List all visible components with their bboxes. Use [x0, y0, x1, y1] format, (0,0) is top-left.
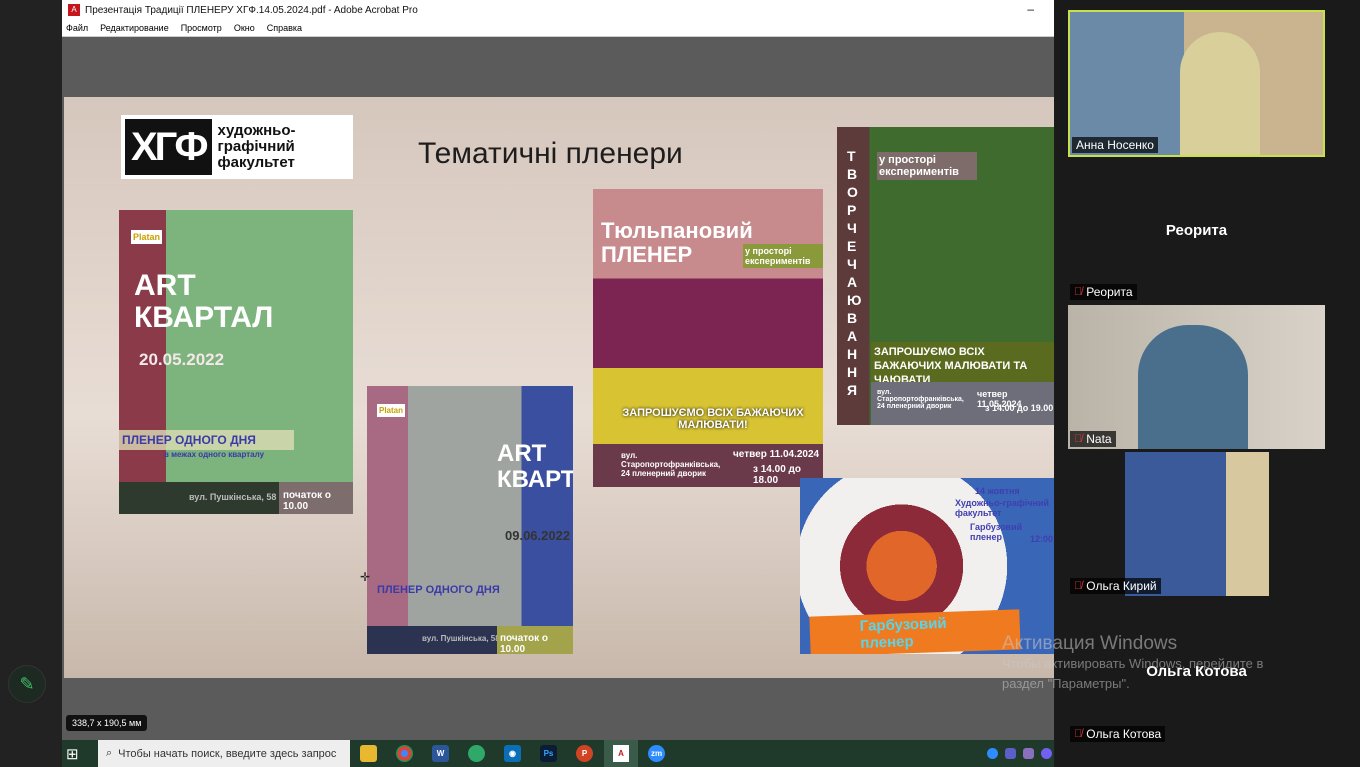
participant-name-center: Реорита: [1165, 222, 1228, 239]
participant-tile[interactable]: Реорита 🎙̸ Реорита: [1068, 160, 1325, 302]
poster-creative-tea: ТВОРЧЕ ЧАЮВАННЯ у просторі експериментів…: [837, 127, 1054, 425]
minimize-button[interactable]: –: [1027, 2, 1034, 16]
participant-video: [1138, 325, 1248, 449]
poster-time: початок о 10.00: [497, 626, 573, 654]
muted-mic-icon: 🎙̸: [1074, 433, 1083, 445]
watermark-line1: Чтобы активировать Windows, перейдите в: [1002, 656, 1264, 671]
pdf-slide: ХГФ художньо-графічний факультет Тематич…: [64, 97, 1054, 678]
logo-text: художньо-графічний факультет: [217, 122, 296, 171]
poster-pumpkin-plener: 14 жовтня Художньо-графічний факультет Г…: [800, 478, 1054, 654]
page-dimensions-tooltip: 338,7 x 190,5 мм: [66, 715, 148, 731]
participant-name-label: 🎙̸ Nata: [1070, 431, 1116, 447]
poster-art-kvartal-1: Platan ART КВАРТАЛ 20.05.2022 ПЛЕНЕР ОДН…: [119, 210, 353, 514]
menu-bar: Файл Редактирование Просмотр Окно Справк…: [62, 20, 1054, 37]
file-explorer-icon[interactable]: [360, 745, 377, 762]
poster-tag: у просторі експериментів: [743, 244, 823, 268]
poster-sub: ПЛЕНЕР ОДНОГО ДНЯ: [119, 430, 294, 450]
word-icon[interactable]: W: [432, 745, 449, 762]
poster-vertical-title: ТВОРЧЕ ЧАЮВАННЯ: [847, 148, 862, 398]
poster-date: 09.06.2022: [505, 528, 571, 543]
participant-name-label: Анна Носенко: [1072, 137, 1158, 153]
poster-address: вул. Пушкінська, 58: [422, 634, 500, 643]
participant-video: [1125, 452, 1269, 596]
poster-address: вул. Старопортофранківська, 24 пленерний…: [621, 451, 721, 478]
tray-zoom-icon[interactable]: [987, 748, 998, 759]
windows-activation-watermark: Активация Windows Чтобы активировать Win…: [1002, 634, 1263, 694]
acrobat-taskbar-icon[interactable]: A: [604, 740, 638, 767]
platan-logo: Platan: [131, 230, 163, 244]
tray-teams-icon[interactable]: [1005, 748, 1016, 759]
camera-icon[interactable]: ◉: [504, 745, 521, 762]
window-title: Презентація Традиції ПЛЕНЕРУ ХГФ.14.05.2…: [85, 4, 418, 16]
acrobat-window: A Презентація Традиції ПЛЕНЕРУ ХГФ.14.05…: [62, 0, 1054, 740]
poster-art-kvartal-2: Platan ART КВАРТАЛ 09.06.2022 ПЛЕНЕР ОДН…: [367, 386, 573, 654]
menu-help[interactable]: Справка: [267, 23, 302, 33]
poster-tag: у просторі експериментів: [877, 152, 977, 180]
poster-faculty: Художньо-графічний факультет: [955, 498, 1049, 518]
menu-edit[interactable]: Редактирование: [100, 23, 169, 33]
move-cursor-icon: ✛: [360, 570, 371, 584]
poster-banner: Гарбузовий пленер: [809, 609, 1021, 654]
windows-taskbar: ⊞ ⌕ Чтобы начать поиск, введите здесь за…: [62, 740, 1054, 767]
poster-time: 12:00: [1030, 534, 1054, 544]
muted-mic-icon: 🎙̸: [1074, 728, 1083, 740]
poster-title: ART КВАРТАЛ: [134, 269, 274, 334]
participant-name-label: 🎙̸ Реорита: [1070, 284, 1137, 300]
muted-mic-icon: 🎙̸: [1074, 580, 1083, 592]
watermark-title: Активация Windows: [1002, 633, 1178, 654]
menu-file[interactable]: Файл: [66, 23, 88, 33]
edge-icon[interactable]: [468, 745, 485, 762]
chrome-icon[interactable]: [396, 745, 413, 762]
poster-date: 14 жовтня: [975, 486, 1020, 496]
acrobat-icon: A: [68, 4, 80, 16]
participant-name-label: 🎙̸ Ольга Кирий: [1070, 578, 1161, 594]
poster-sub: ПЛЕНЕР ОДНОГО ДНЯ: [377, 584, 500, 596]
poster-time: з 14.00 до 19.00: [985, 403, 1054, 413]
poster-date: 20.05.2022: [139, 350, 225, 369]
zoom-icon[interactable]: zm: [648, 745, 665, 762]
menu-view[interactable]: Просмотр: [181, 23, 222, 33]
participant-name-label: 🎙̸ Ольга Котова: [1070, 726, 1166, 742]
watermark-line2: раздел "Параметры".: [1002, 676, 1130, 691]
participant-tile[interactable]: Анна Носенко: [1068, 10, 1325, 157]
poster-tulip-plener: Тюльпановий ПЛЕНЕР у просторі експеримен…: [593, 189, 823, 487]
logo-letters: ХГФ: [125, 119, 212, 175]
participant-video: [1180, 32, 1260, 155]
poster-invite: ЗАПРОШУЄМО ВСІХ БАЖАЮЧИХ МАЛЮВАТИ!: [622, 407, 804, 431]
poster-title: ART КВАРТАЛ: [497, 440, 573, 493]
faculty-logo: ХГФ художньо-графічний факультет: [121, 115, 353, 179]
powerpoint-icon[interactable]: P: [576, 745, 593, 762]
search-placeholder: Чтобы начать поиск, введите здесь запрос: [118, 747, 337, 760]
photoshop-icon[interactable]: Ps: [540, 745, 557, 762]
muted-mic-icon: 🎙̸: [1074, 286, 1083, 298]
windows-start-icon[interactable]: ⊞: [66, 745, 79, 763]
search-icon: ⌕: [106, 747, 113, 759]
poster-time: початок о 10.00: [279, 482, 353, 514]
poster-sub2: в межах одного кварталу: [164, 450, 265, 459]
taskbar-search-input[interactable]: ⌕ Чтобы начать поиск, введите здесь запр…: [98, 740, 350, 767]
title-bar: A Презентація Традиції ПЛЕНЕРУ ХГФ.14.05…: [62, 0, 1054, 20]
left-strip: ✎: [0, 0, 62, 767]
menu-window[interactable]: Окно: [234, 23, 255, 33]
poster-address: вул. Пушкінська, 58: [189, 492, 277, 502]
poster-date: четвер 11.04.2024: [733, 449, 820, 460]
participant-tile[interactable]: 🎙̸ Nata: [1068, 305, 1325, 449]
participant-tile[interactable]: 🎙̸ Ольга Кирий: [1068, 452, 1325, 596]
poster-address: вул. Старопортофранківська, 24 пленерний…: [877, 389, 964, 410]
annotate-pen-button[interactable]: ✎: [8, 665, 46, 703]
slide-heading: Тематичні пленери: [418, 137, 683, 170]
tray-viber-icon[interactable]: [1041, 748, 1052, 759]
tray-pen-icon[interactable]: [1023, 748, 1034, 759]
poster-title: Тюльпановий ПЛЕНЕР: [601, 218, 753, 267]
platan-logo: Platan: [377, 404, 406, 417]
